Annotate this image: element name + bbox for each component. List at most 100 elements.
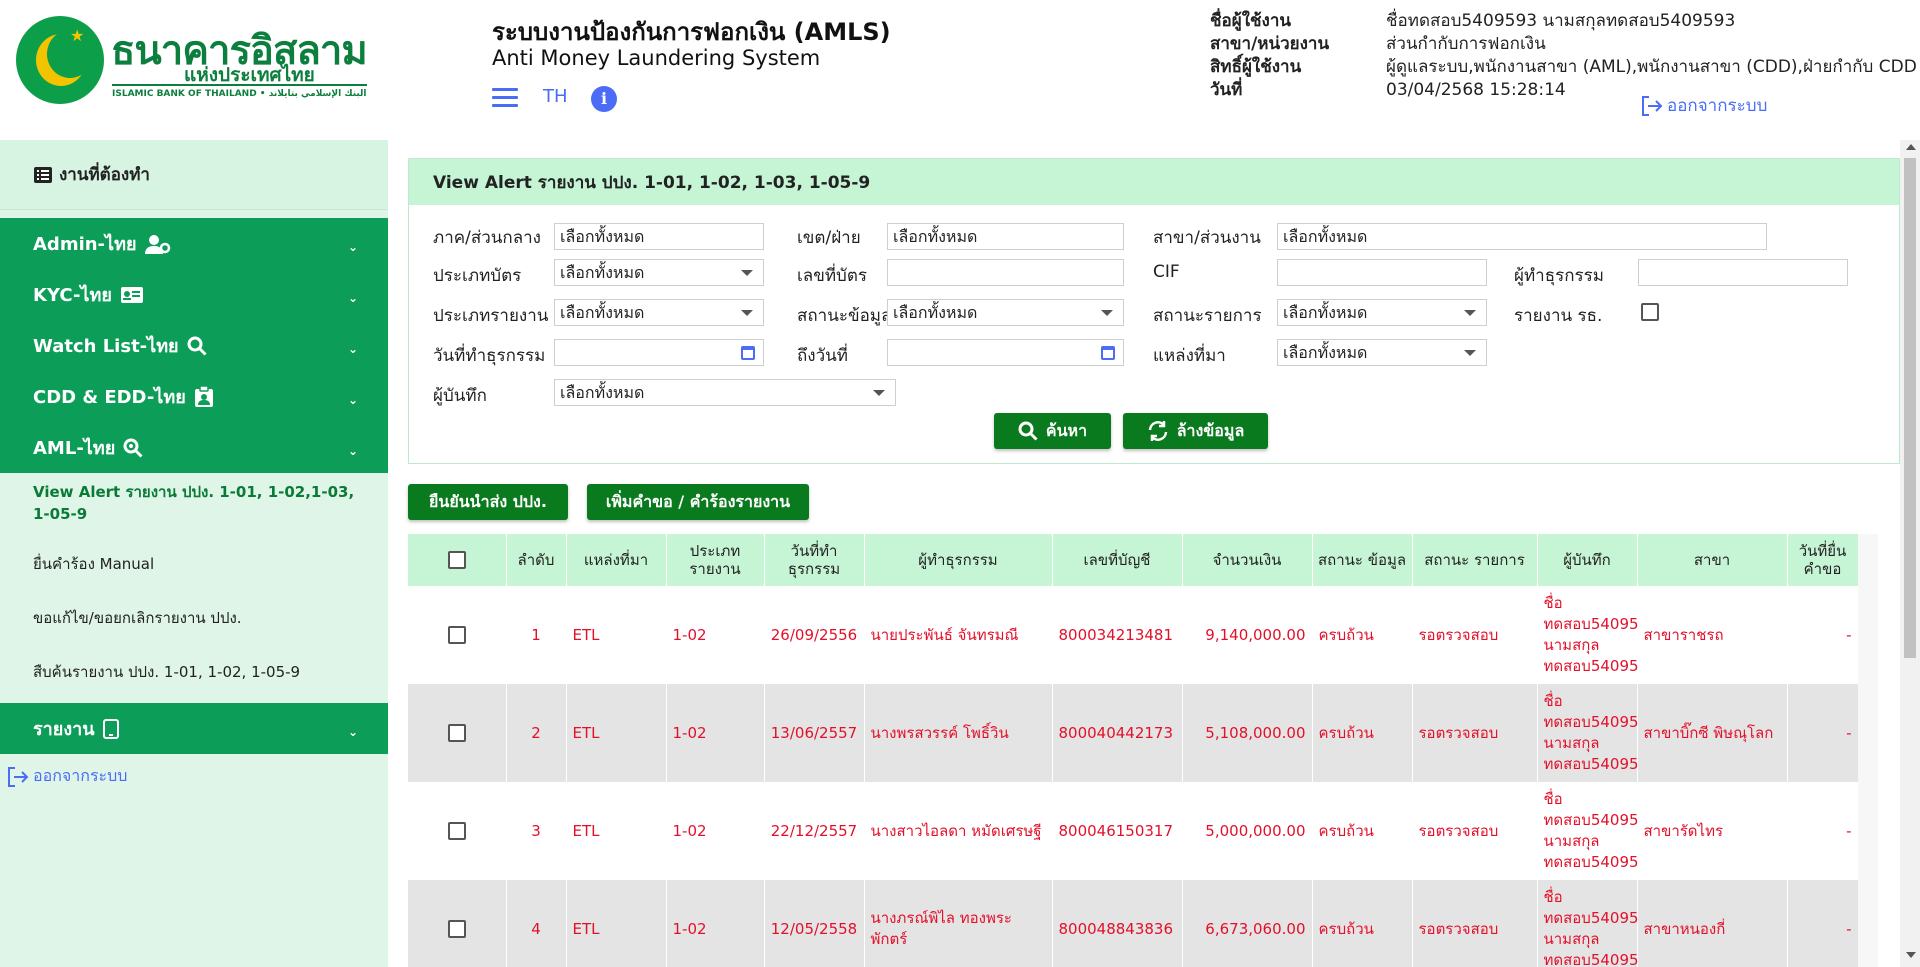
logout-label: ออกจากระบบ xyxy=(1667,96,1768,116)
header-select-all[interactable] xyxy=(408,534,507,586)
cell-branch: สาขาราชรถ xyxy=(1637,586,1788,684)
cell-data-status: ครบถ้วน xyxy=(1312,782,1413,880)
to-date-input[interactable] xyxy=(887,339,1124,366)
label-card-no: เลขที่บัตร xyxy=(797,266,868,286)
table-scrollbar[interactable] xyxy=(1858,534,1878,967)
search-icon xyxy=(1018,421,1038,441)
user-label-date: วันที่ xyxy=(1210,80,1243,100)
sidebar-group-kyc[interactable]: KYC-ไทย ⌄ xyxy=(0,269,388,320)
trans-date-input[interactable] xyxy=(554,339,764,366)
row-checkbox[interactable] xyxy=(447,626,466,644)
report-type-select[interactable]: เลือกทั้งหมด xyxy=(554,299,764,326)
user-value-branch: ส่วนกำกับการฟอกเงิน xyxy=(1386,34,1546,54)
region-input[interactable]: เลือกทั้งหมด xyxy=(554,223,764,250)
cell-trans-person: นางภรณ์พิไล ทองพระพักตร์ xyxy=(864,880,1053,967)
header-col[interactable]: ผู้บันทึก xyxy=(1537,534,1638,586)
confirm-submit-button[interactable]: ยืนยันนำส่ง ปปง. xyxy=(408,484,568,520)
branch-input[interactable]: เลือกทั้งหมด xyxy=(1277,223,1767,250)
header-col[interactable]: สถานะ ข้อมูล xyxy=(1312,534,1413,586)
sidebar-group-aml[interactable]: AML-ไทย ⌄ xyxy=(0,422,388,473)
chevron-down-icon: ⌄ xyxy=(347,291,358,305)
menu-toggle-icon[interactable] xyxy=(492,88,518,108)
language-toggle[interactable]: TH xyxy=(543,86,568,107)
trans-person-input[interactable] xyxy=(1638,259,1848,286)
scroll-thumb[interactable] xyxy=(1904,158,1916,658)
row-select[interactable] xyxy=(408,586,507,684)
info-icon[interactable]: i xyxy=(591,86,617,112)
header-col[interactable]: จำนวนเงิน xyxy=(1182,534,1313,586)
cif-input[interactable] xyxy=(1277,259,1487,286)
header-col[interactable]: สถานะ รายการ xyxy=(1412,534,1538,586)
header-col[interactable]: ประเภท รายงาน xyxy=(666,534,765,586)
cell-request-date: - xyxy=(1787,586,1858,684)
clipboard-user-icon xyxy=(194,385,213,407)
source-select[interactable]: เลือกทั้งหมด xyxy=(1277,339,1487,366)
table-header-row: ลำดับ แหล่งที่มา ประเภท รายงาน วันที่ทำ … xyxy=(408,534,1858,586)
row-select[interactable] xyxy=(408,684,507,782)
sidebar-group-cdd[interactable]: CDD & EDD-ไทย ⌄ xyxy=(0,371,388,422)
id-card-icon xyxy=(120,286,143,303)
user-gear-icon xyxy=(144,234,170,254)
search-button[interactable]: ค้นหา xyxy=(994,413,1111,449)
sidebar-group-label: AML-ไทย xyxy=(33,438,116,459)
header-col[interactable]: เลขที่บัญชี xyxy=(1052,534,1183,586)
scroll-down-icon[interactable] xyxy=(1906,952,1916,958)
row-select[interactable] xyxy=(408,880,507,967)
user-value-role: ผู้ดูแลระบบ,พนักงานสาขา (AML),พนักงานสาข… xyxy=(1386,57,1917,77)
sidebar: งานที่ต้องทำ Admin-ไทย ⌄ KYC-ไทย ⌄ Watch… xyxy=(0,140,388,967)
table-row[interactable]: 4 ETL 1-02 12/05/2558 นางภรณ์พิไล ทองพระ… xyxy=(408,880,1858,967)
page-scrollbar[interactable] xyxy=(1900,140,1920,967)
label-data-status: สถานะข้อมูล xyxy=(797,306,892,326)
cell-item-status: รอตรวจสอบ xyxy=(1412,684,1538,782)
table-row[interactable]: 2 ETL 1-02 13/06/2557 นางพรสวรรค์ โพธิ์ว… xyxy=(408,684,1858,782)
sidebar-group-admin[interactable]: Admin-ไทย ⌄ xyxy=(0,218,388,269)
table-row[interactable]: 1 ETL 1-02 26/09/2556 นายประพันธ์ จันทรม… xyxy=(408,586,1858,684)
cell-data-status: ครบถ้วน xyxy=(1312,586,1413,684)
calendar-icon[interactable] xyxy=(1101,346,1115,360)
row-checkbox[interactable] xyxy=(447,724,466,742)
select-all-checkbox[interactable] xyxy=(447,551,466,570)
sidebar-todo[interactable]: งานที่ต้องทำ xyxy=(0,140,388,210)
sidebar-group-report[interactable]: รายงาน ⌄ xyxy=(0,703,388,754)
card-no-input[interactable] xyxy=(887,259,1124,286)
item-status-select[interactable]: เลือกทั้งหมด xyxy=(1277,299,1487,326)
label-source: แหล่งที่มา xyxy=(1153,346,1226,366)
header-col[interactable]: ลำดับ xyxy=(506,534,567,586)
zone-input[interactable]: เลือกทั้งหมด xyxy=(887,223,1124,250)
row-checkbox[interactable] xyxy=(447,822,466,840)
sidebar-item-search-report[interactable]: สืบค้นรายงาน ปปง. 1-01, 1-02, 1-05-9 xyxy=(0,645,388,699)
header-col[interactable]: วันที่ทำ ธุรกรรม xyxy=(764,534,865,586)
card-type-select[interactable]: เลือกทั้งหมด xyxy=(554,259,764,286)
cell-request-date: - xyxy=(1787,684,1858,782)
logo-english-name: ISLAMIC BANK OF THAILAND • البنك الإسلام… xyxy=(112,84,367,99)
add-request-button[interactable]: เพิ่มคำขอ / คำร้องรายงาน xyxy=(587,484,809,520)
cell-item-status: รอตรวจสอบ xyxy=(1412,880,1538,967)
table-row[interactable]: 3 ETL 1-02 22/12/2557 นางสาวไอลดา หมัดเศ… xyxy=(408,782,1858,880)
header-col[interactable]: สาขา xyxy=(1637,534,1788,586)
sidebar-item-manual-request[interactable]: ยื่นคำร้อง Manual xyxy=(0,537,388,591)
calendar-icon[interactable] xyxy=(741,346,755,360)
header-col[interactable]: ผู้ทำธุรกรรม xyxy=(864,534,1053,586)
sidebar-group-watchlist[interactable]: Watch List-ไทย ⌄ xyxy=(0,320,388,371)
clear-button[interactable]: ล้างข้อมูล xyxy=(1123,413,1268,449)
scroll-up-icon[interactable] xyxy=(1906,144,1916,150)
header-col[interactable]: วันที่ยื่น คำขอ xyxy=(1787,534,1858,586)
system-subtitle: Anti Money Laundering System xyxy=(492,46,821,70)
row-checkbox[interactable] xyxy=(447,920,466,938)
cell-account-no: 800046150317 xyxy=(1052,782,1183,880)
recorder-select[interactable]: เลือกทั้งหมด xyxy=(554,379,896,406)
cell-recorder: ชื่อ ทดสอบ54095 นามสกุล ทดสอบ54095 xyxy=(1537,684,1639,782)
data-status-select[interactable]: เลือกทั้งหมด xyxy=(887,299,1124,326)
cell-request-date: - xyxy=(1787,880,1858,967)
sidebar-item-view-alert[interactable]: View Alert รายงาน ปปง. 1-01, 1-02,1-03, … xyxy=(0,473,388,537)
header-col[interactable]: แหล่งที่มา xyxy=(566,534,667,586)
row-select[interactable] xyxy=(408,782,507,880)
logout-link-top[interactable]: ออกจากระบบ xyxy=(1640,92,1767,119)
user-label-role: สิทธิ์ผู้ใช้งาน xyxy=(1210,57,1302,77)
logout-link-sidebar[interactable]: ออกจากระบบ xyxy=(0,764,388,789)
sidebar-item-edit-cancel[interactable]: ขอแก้ไข/ขอยกเลิกรายงาน ปปง. xyxy=(0,591,388,645)
report-rr-checkbox[interactable] xyxy=(1641,303,1659,321)
search-icon xyxy=(187,336,207,356)
bank-logo[interactable]: ★ ธนาคารอิสลาม แห่งประเทศไทย ISLAMIC BAN… xyxy=(16,16,368,106)
cell-source: ETL xyxy=(566,880,667,967)
